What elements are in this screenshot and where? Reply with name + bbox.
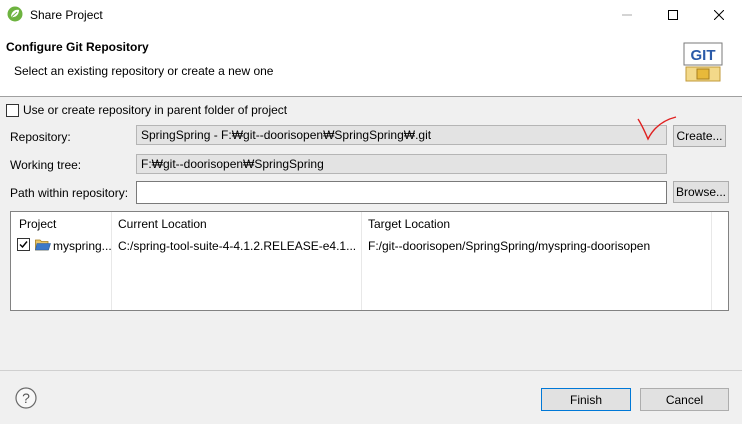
column-divider[interactable] [111, 212, 112, 310]
window-title: Share Project [30, 8, 103, 22]
repository-field[interactable]: SpringSpring - F:₩git--doorisopen₩Spring… [136, 125, 667, 145]
row-checkbox[interactable] [17, 238, 30, 251]
create-button[interactable]: Create... [673, 125, 726, 147]
checkmark-annotation-icon [637, 116, 677, 141]
column-divider[interactable] [711, 212, 712, 310]
help-icon[interactable]: ? [15, 387, 37, 409]
title-bar: Share Project [0, 0, 742, 30]
page-title: Configure Git Repository [6, 40, 149, 54]
browse-button[interactable]: Browse... [673, 181, 729, 203]
project-folder-icon [35, 239, 51, 251]
close-icon [714, 10, 724, 20]
git-logo-text: GIT [691, 47, 716, 64]
column-header-current-location[interactable]: Current Location [118, 217, 207, 231]
parent-folder-checkbox[interactable] [6, 103, 19, 117]
wizard-header: Configure Git Repository Select an exist… [0, 30, 742, 97]
checkmark-icon [19, 241, 28, 249]
finish-button[interactable]: Finish [541, 388, 631, 411]
current-location: C:/spring-tool-suite-4-4.1.2.RELEASE-e4.… [118, 239, 357, 253]
svg-text:?: ? [22, 390, 30, 406]
minimize-icon [622, 14, 632, 16]
cancel-button[interactable]: Cancel [640, 388, 729, 411]
project-table: Project Current Location Target Location… [10, 211, 729, 311]
page-subtitle: Select an existing repository or create … [14, 64, 274, 78]
project-name: myspring... [53, 239, 112, 253]
path-input[interactable] [136, 181, 667, 204]
minimize-button[interactable] [604, 0, 650, 30]
repository-label: Repository: [10, 130, 71, 144]
parent-folder-label: Use or create repository in parent folde… [23, 103, 288, 117]
parent-folder-option[interactable]: Use or create repository in parent folde… [6, 103, 287, 117]
maximize-button[interactable] [650, 0, 696, 30]
spring-leaf-icon [7, 6, 23, 22]
column-header-project[interactable]: Project [19, 217, 56, 231]
column-divider[interactable] [361, 212, 362, 310]
working-tree-field[interactable]: F:₩git--doorisopen₩SpringSpring [136, 154, 667, 174]
target-location: F:/git--doorisopen/SpringSpring/myspring… [368, 239, 651, 253]
close-button[interactable] [696, 0, 742, 30]
footer-separator [0, 370, 742, 371]
path-label: Path within repository: [10, 186, 129, 200]
working-tree-label: Working tree: [10, 158, 82, 172]
maximize-icon [668, 10, 678, 20]
column-header-target-location[interactable]: Target Location [368, 217, 450, 231]
git-logo-icon: GIT [683, 42, 723, 82]
